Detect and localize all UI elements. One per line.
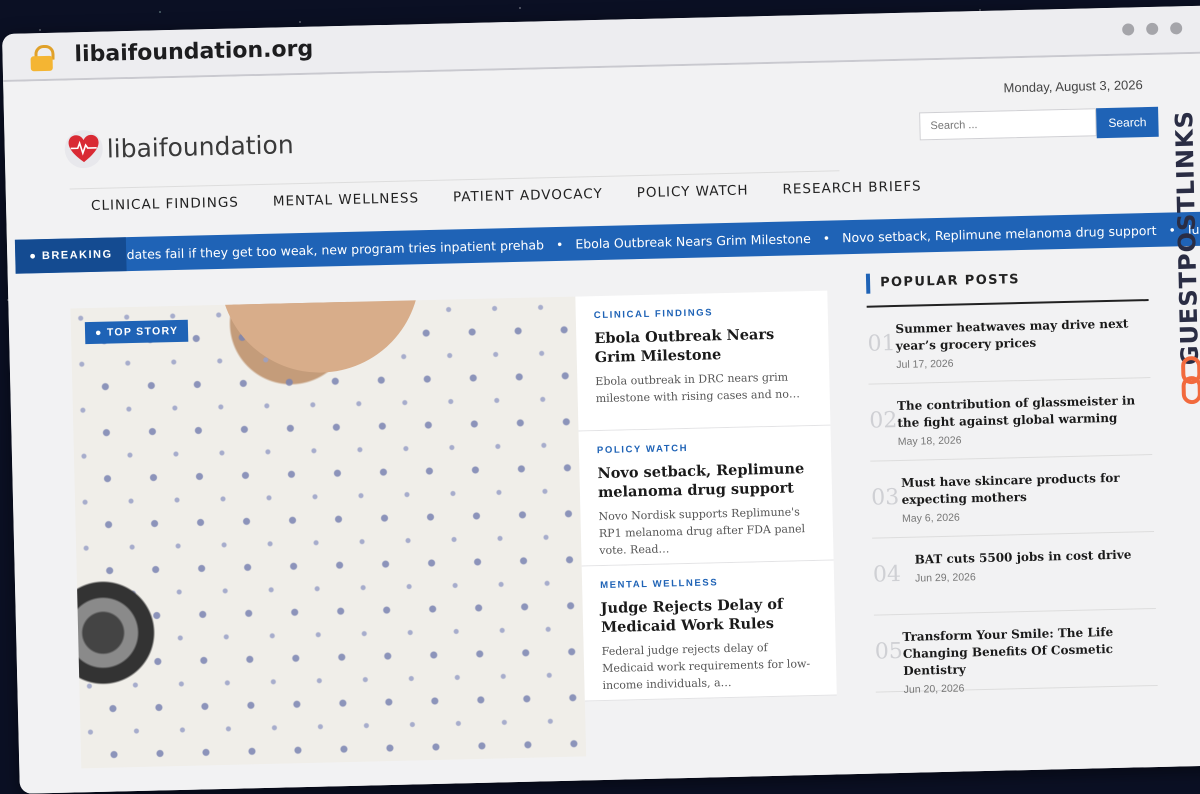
story-card[interactable]: MENTAL WELLNESS Judge Rejects Delay of M…	[581, 560, 837, 702]
heart-logo-icon	[64, 129, 104, 169]
popular-item[interactable]: 02 The contribution of glassmeister in t…	[868, 378, 1153, 462]
story-cards: CLINICAL FINDINGS Ebola Outbreak Nears G…	[575, 290, 837, 702]
popular-date: Jul 17, 2026	[896, 357, 954, 372]
logo-text: libaifoundation	[106, 129, 294, 164]
story-category[interactable]: POLICY WATCH	[597, 440, 815, 456]
top-story-badge[interactable]: ● TOP STORY	[84, 319, 189, 345]
popular-date: May 6, 2026	[901, 511, 960, 525]
popular-number: 03	[870, 484, 900, 511]
web-page: Monday, August 3, 2026 libaifoundation S…	[3, 52, 1200, 794]
ticker-item[interactable]: Novo setback, Replimune melanoma drug su…	[842, 222, 1157, 244]
popular-date: Jun 29, 2026	[914, 571, 976, 585]
story-excerpt: Novo Nordisk supports Replimune's RP1 me…	[598, 505, 806, 558]
main-nav: CLINICAL FINDINGS MENTAL WELLNESS PATIEN…	[74, 178, 939, 214]
link-icon	[1181, 356, 1200, 405]
breaking-label: ● BREAKING	[14, 237, 127, 274]
guestpostlinks-watermark: GUESTPOSTLINKS	[1164, 110, 1200, 411]
nav-item-mental-wellness[interactable]: MENTAL WELLNESS	[256, 190, 437, 210]
story-card[interactable]: POLICY WATCH Novo setback, Replimune mel…	[578, 425, 834, 567]
lock-icon	[30, 44, 57, 72]
story-title[interactable]: Ebola Outbreak Nears Grim Milestone	[594, 324, 813, 367]
ticker-item[interactable]: Ebola Outbreak Nears Grim Milestone	[575, 231, 811, 252]
story-title[interactable]: Novo setback, Replimune melanoma drug su…	[597, 459, 816, 502]
search-input[interactable]	[919, 108, 1097, 141]
story-title[interactable]: Judge Rejects Delay of Medicaid Work Rul…	[600, 594, 819, 637]
popular-title[interactable]: BAT cuts 5500 jobs in cost drive	[914, 547, 1131, 569]
popular-item[interactable]: 03 Must have skincare products for expec…	[870, 455, 1155, 539]
window-dot-icon[interactable]	[1122, 23, 1135, 36]
site-logo[interactable]: libaifoundation	[64, 125, 294, 169]
current-date: Monday, August 3, 2026	[1003, 77, 1143, 96]
story-card[interactable]: CLINICAL FINDINGS Ebola Outbreak Nears G…	[575, 290, 831, 432]
popular-title[interactable]: The contribution of glassmeister in the …	[897, 392, 1152, 432]
nav-item-clinical-findings[interactable]: CLINICAL FINDINGS	[74, 194, 256, 214]
popular-title[interactable]: Transform Your Smile: The Life Changing …	[902, 623, 1157, 680]
popular-item[interactable]: 05 Transform Your Smile: The Life Changi…	[873, 608, 1158, 696]
popular-number: 01	[867, 331, 896, 357]
window-controls	[1122, 22, 1183, 36]
popular-title[interactable]: Must have skincare products for expectin…	[901, 469, 1153, 509]
popular-date: May 18, 2026	[897, 434, 962, 449]
popular-number: 04	[872, 561, 902, 588]
search-button[interactable]: Search	[1096, 106, 1159, 139]
story-excerpt: Ebola outbreak in DRC nears grim milesto…	[595, 370, 801, 406]
popular-number: 02	[869, 408, 898, 434]
ticker-text: dates fail if they get too weak, new pro…	[126, 217, 1200, 261]
window-dot-icon[interactable]	[1146, 22, 1159, 36]
popular-heading: POPULAR POSTS	[865, 267, 1149, 294]
ticker-item[interactable]: dates fail if they get too weak, new pro…	[126, 237, 544, 262]
popular-date: Jun 20, 2026	[903, 682, 965, 696]
browser-window: libaifoundation.org Monday, August 3, 20…	[2, 4, 1200, 794]
window-dot-icon[interactable]	[1170, 22, 1183, 35]
popular-title[interactable]: Summer heatwaves may drive next year’s g…	[895, 315, 1149, 355]
breaking-ticker: ● BREAKING dates fail if they get too we…	[14, 211, 1200, 274]
nav-item-patient-advocacy[interactable]: PATIENT ADVOCACY	[436, 185, 620, 206]
hero-story-image[interactable]: ● TOP STORY	[70, 296, 587, 769]
popular-item[interactable]: 01 Summer heatwaves may drive next year’…	[866, 301, 1151, 385]
popular-item[interactable]: 04 BAT cuts 5500 jobs in cost drive Jun 2…	[872, 531, 1156, 616]
nav-item-policy-watch[interactable]: POLICY WATCH	[620, 182, 766, 201]
popular-posts: POPULAR POSTS 01 Summer heatwaves may dr…	[865, 267, 1158, 696]
url-text[interactable]: libaifoundation.org	[74, 37, 313, 68]
nav-item-research-briefs[interactable]: RESEARCH BRIEFS	[765, 178, 938, 198]
popular-number: 05	[874, 638, 904, 665]
story-category[interactable]: CLINICAL FINDINGS	[594, 305, 812, 321]
brand-text: GUESTPOSTLINKS	[1170, 109, 1200, 366]
search-form: Search	[919, 106, 1159, 143]
story-category[interactable]: MENTAL WELLNESS	[600, 575, 818, 591]
story-excerpt: Federal judge rejects delay of Medicaid …	[601, 641, 811, 693]
